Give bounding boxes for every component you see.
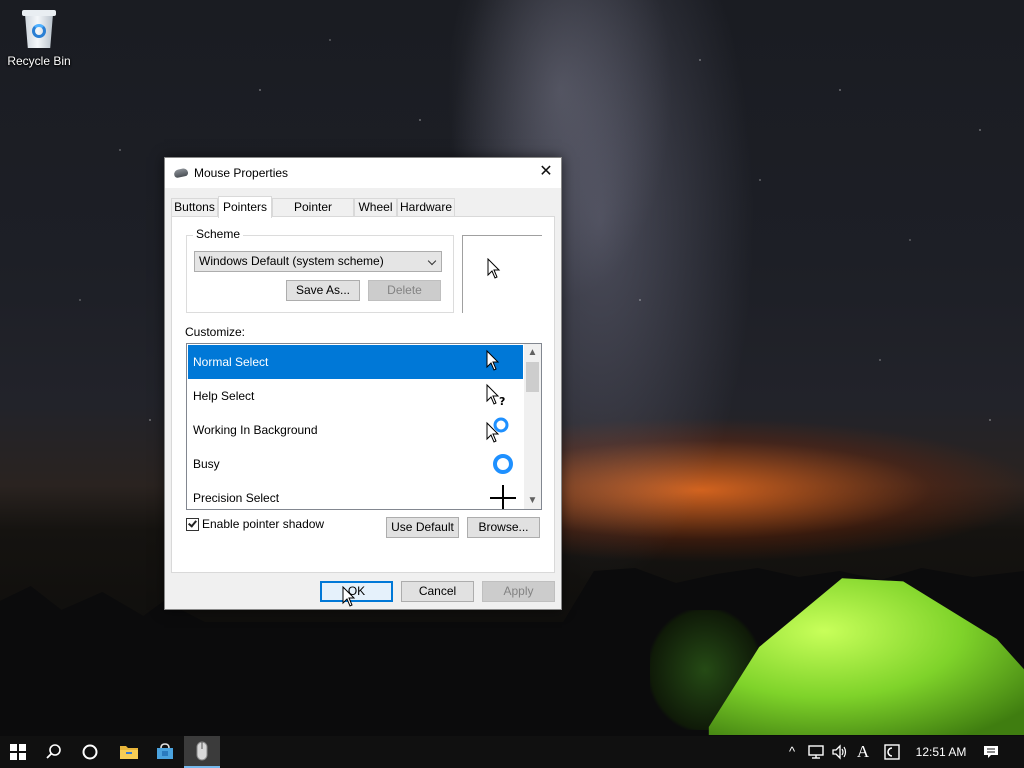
recycle-bin-icon [22,8,56,50]
browse-button[interactable]: Browse... [467,517,540,538]
crosshair-cursor-icon [490,485,516,509]
store-button[interactable] [147,736,183,768]
busy-cursor-icon [493,454,513,474]
scheme-dropdown[interactable]: Windows Default (system scheme) [194,251,442,272]
close-icon: ✕ [539,163,553,180]
arrow-cursor-icon [487,258,501,279]
delete-button[interactable]: Delete [368,280,441,301]
tab-pointers[interactable]: Pointers [218,196,272,218]
search-button[interactable] [36,736,72,768]
tab-hardware[interactable]: Hardware [397,198,455,217]
list-item-label: Help Select [193,389,255,403]
network-button[interactable] [804,736,828,768]
action-center-button[interactable] [978,736,1004,768]
input-method-indicator[interactable]: A [855,736,871,768]
chevron-down-icon [427,256,437,266]
list-scrollbar[interactable]: ▲ ▼ [524,344,541,509]
taskbar: ^ A 12:51 AM [0,736,1024,768]
file-explorer-icon [120,746,138,759]
windows-logo-icon [10,744,26,760]
start-button[interactable] [0,736,36,768]
arrow-cursor-icon [486,349,500,371]
scheme-dropdown-value: Windows Default (system scheme) [199,254,384,268]
speaker-icon [832,744,847,760]
list-item[interactable]: Busy [188,447,523,481]
desktop-icon-recycle-bin[interactable]: Recycle Bin [6,6,72,68]
mouse-pointer-icon [342,586,356,607]
title-bar[interactable]: Mouse Properties ✕ [165,158,561,188]
volume-button[interactable] [828,736,852,768]
apply-button[interactable]: Apply [482,581,555,602]
enable-pointer-shadow-label: Enable pointer shadow [202,517,325,531]
mouse-properties-dialog: Mouse Properties ✕ Buttons Pointers Poin… [164,157,562,610]
close-button[interactable]: ✕ [531,158,561,186]
desktop-icon-label: Recycle Bin [7,54,71,68]
list-item[interactable]: Precision Select [188,481,523,509]
svg-text:?: ? [499,395,505,408]
tab-buttons[interactable]: Buttons [171,198,218,217]
store-icon [157,743,173,759]
scheme-group: Scheme Windows Default (system scheme) S… [186,227,454,313]
save-as-button[interactable]: Save As... [286,280,360,301]
cancel-button[interactable]: Cancel [401,581,474,602]
scroll-thumb[interactable] [526,362,539,392]
list-item[interactable]: Working In Background [188,413,523,447]
language-button[interactable] [880,736,904,768]
mouse-icon [173,167,189,179]
cortana-button[interactable] [72,736,108,768]
help-cursor-icon: ? [486,383,505,408]
tab-pointer-options[interactable]: Pointer Options [272,198,354,231]
mouse-icon [196,741,208,761]
working-cursor-icon [486,417,509,443]
pointers-tab-panel: Scheme Windows Default (system scheme) S… [171,216,555,573]
customize-label: Customize: [185,325,246,339]
list-item-label: Working In Background [193,423,318,437]
file-explorer-button[interactable] [111,736,147,768]
scroll-up-arrow-icon[interactable]: ▲ [524,344,541,361]
scroll-down-arrow-icon[interactable]: ▼ [524,492,541,509]
customize-list[interactable]: Normal Select Help Select ? Working In B… [186,343,542,510]
list-item[interactable]: Normal Select [188,345,523,379]
list-item-label: Precision Select [193,491,280,505]
use-default-button[interactable]: Use Default [386,517,459,538]
mouse-properties-taskbar-button[interactable] [184,736,220,768]
list-item-label: Normal Select [193,355,269,369]
enable-pointer-shadow-checkbox[interactable] [186,518,199,531]
tab-wheel[interactable]: Wheel [354,198,397,217]
ok-button[interactable]: OK [320,581,393,602]
network-icon [808,745,824,759]
search-icon [46,744,61,759]
notification-icon [984,746,998,758]
show-hidden-icons-chevron-icon[interactable]: ^ [784,736,800,768]
ime-icon [884,744,900,760]
clock[interactable]: 12:51 AM [914,736,968,768]
dialog-title: Mouse Properties [194,166,289,180]
list-item[interactable]: Help Select ? [188,379,523,413]
cursor-preview [462,235,542,313]
scheme-group-label: Scheme [193,227,244,241]
cortana-icon [82,744,98,760]
checkmark-icon [188,518,197,528]
list-item-label: Busy [193,457,220,471]
